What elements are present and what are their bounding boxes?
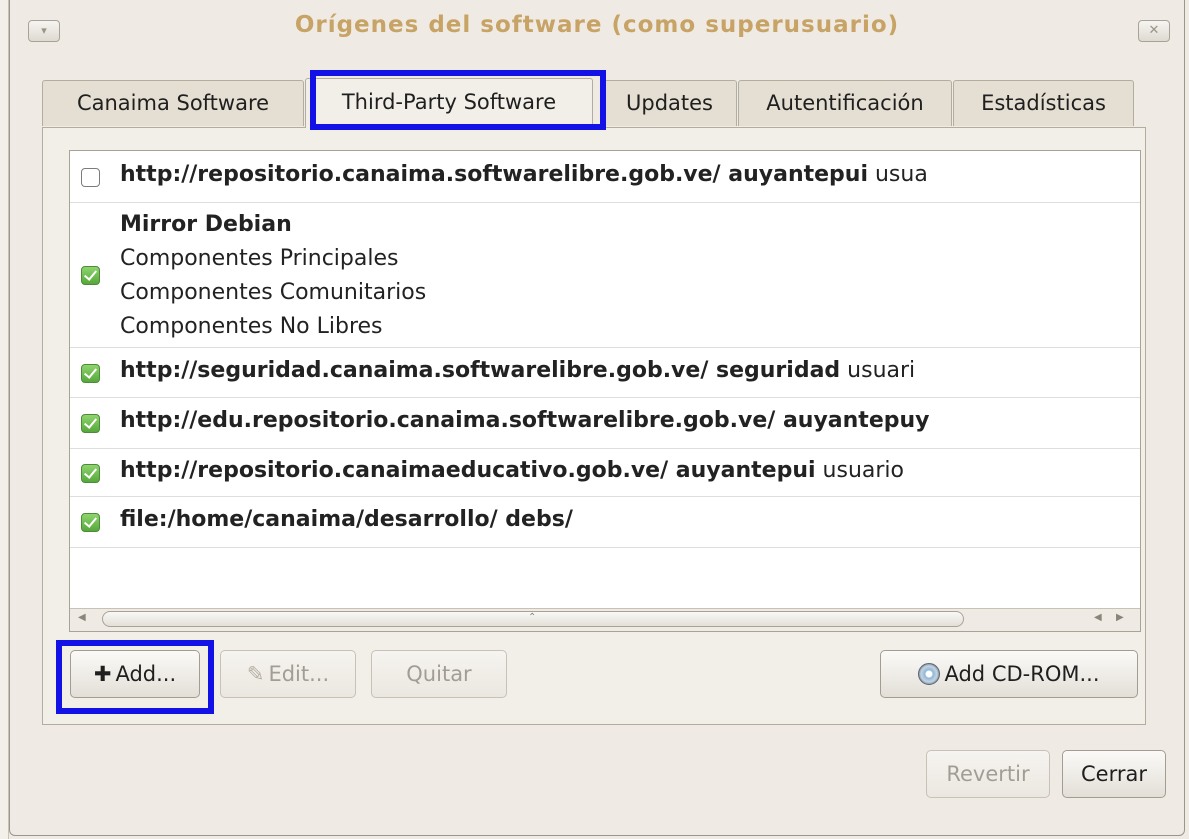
scrollbar-thumb[interactable]: ⌃ (102, 611, 964, 627)
list-item[interactable]: http://repositorio.canaimaeducativo.gob.… (70, 449, 1140, 497)
cdrom-icon (918, 663, 941, 685)
scroll-left-icon[interactable]: ◀ (1094, 612, 1102, 623)
enable-checkbox[interactable] (81, 513, 100, 532)
tab-updates[interactable]: Updates (602, 80, 737, 126)
enable-checkbox[interactable] (81, 414, 100, 433)
scroll-left-icon[interactable]: ◀ (78, 612, 86, 623)
revert-button[interactable]: Revertir (926, 750, 1050, 798)
scroll-right-icon[interactable]: ▶ (1116, 612, 1124, 623)
enable-checkbox[interactable] (81, 464, 100, 483)
close-button[interactable]: Cerrar (1062, 750, 1166, 798)
add-cdrom-button[interactable]: Add CD-ROM... (880, 650, 1138, 698)
close-icon: ✕ (1148, 23, 1160, 38)
tab-canaima-software[interactable]: Canaima Software (42, 80, 304, 126)
remove-button[interactable]: Quitar (371, 650, 507, 698)
grip-icon: ⌃ (528, 612, 537, 623)
horizontal-scrollbar[interactable]: ◀ ⌃ ◀ ▶ (70, 608, 1140, 631)
edit-button[interactable]: ✎ Edit... (220, 650, 356, 698)
tab-autentificacion[interactable]: Autentificación (738, 80, 952, 126)
tab-estadisticas[interactable]: Estadísticas (953, 80, 1134, 126)
window-close-button[interactable]: ✕ (1138, 20, 1170, 42)
enable-checkbox[interactable] (81, 364, 100, 383)
list-item[interactable]: Mirror Debian Componentes Principales Co… (70, 203, 1140, 348)
tab-highlight-box (310, 70, 606, 130)
enable-checkbox[interactable] (81, 168, 100, 187)
add-button-highlight-box (56, 640, 214, 714)
list-item[interactable]: http://seguridad.canaima.softwarelibre.g… (70, 348, 1140, 398)
sources-list[interactable]: http://repositorio.canaima.softwarelibre… (69, 150, 1141, 632)
list-item[interactable]: http://repositorio.canaima.softwarelibre… (70, 151, 1140, 203)
background-window-edge (0, 0, 9, 839)
pencil-icon: ✎ (246, 662, 265, 686)
title-bar[interactable]: ▾ Orígenes del software (como superusuar… (10, 0, 1184, 60)
window-title: Orígenes del software (como superusuario… (294, 12, 900, 38)
tab-panel: http://repositorio.canaima.softwarelibre… (42, 127, 1146, 725)
list-item[interactable]: http://edu.repositorio.canaima.softwarel… (70, 398, 1140, 449)
list-item[interactable]: file:/home/canaima/desarrollo/ debs/ (70, 497, 1140, 548)
enable-checkbox[interactable] (81, 266, 100, 285)
